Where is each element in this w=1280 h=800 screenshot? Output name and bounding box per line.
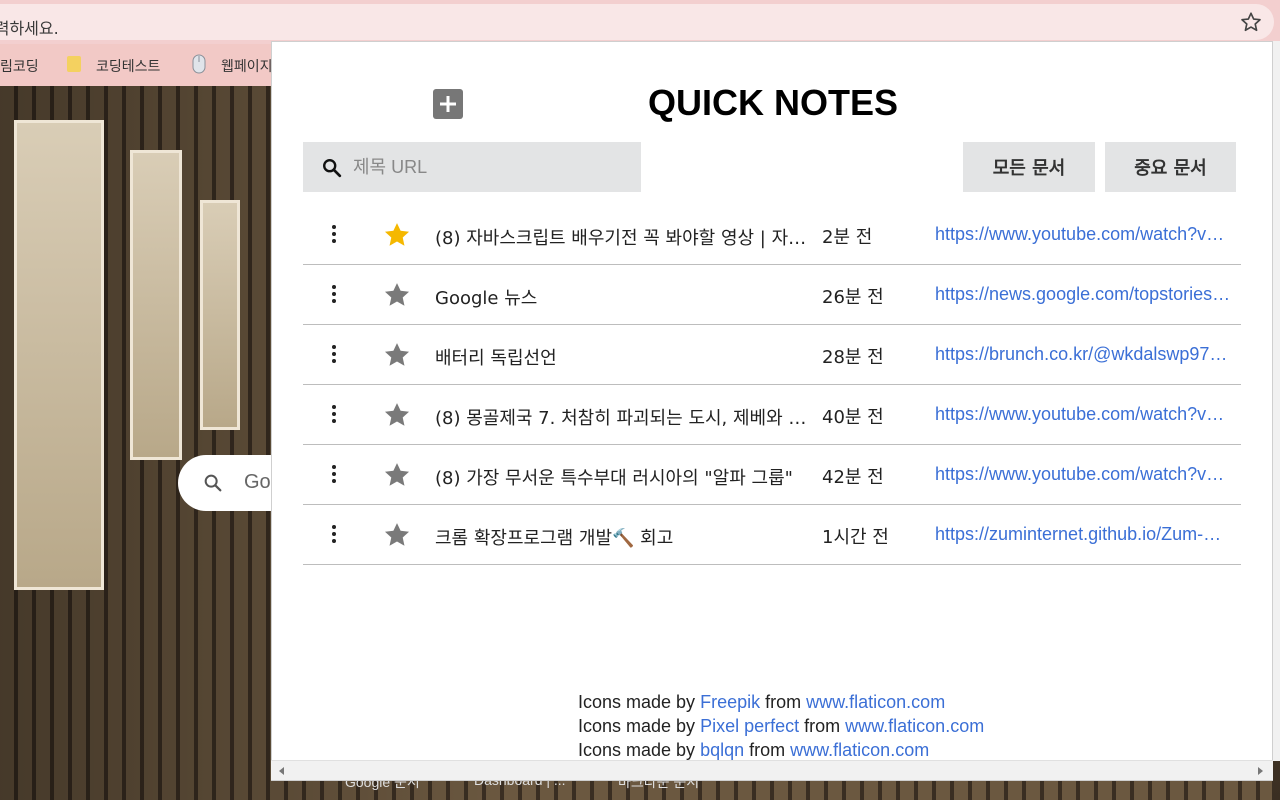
wallpaper-window (200, 200, 240, 430)
address-bar-text[interactable]: 입력하세요. (0, 15, 59, 39)
note-time: 2분 전 (822, 227, 873, 248)
credit-from: from (749, 740, 786, 760)
folder-icon (67, 56, 81, 72)
credit-line: Icons made by Pixel perfect from www.fla… (578, 714, 984, 738)
note-time: 1시간 전 (822, 527, 889, 548)
note-row[interactable]: (8) 자바스크립트 배우기전 꼭 봐야할 영상 | 자바스크립트의 역사 2분… (303, 205, 1241, 265)
wallpaper-window (130, 150, 182, 460)
star-icon[interactable] (383, 401, 411, 429)
credit-author-link[interactable]: bqlqn (700, 740, 744, 760)
credit-from: from (804, 716, 841, 736)
credit-site-link[interactable]: www.flaticon.com (790, 740, 929, 760)
note-time: 28분 전 (822, 347, 884, 368)
all-documents-button[interactable]: 모든 문서 (963, 142, 1095, 192)
credit-author-link[interactable]: Pixel perfect (700, 716, 799, 736)
bookmark-item[interactable]: 코딩테스트 (96, 56, 160, 76)
google-search-placeholder: Go (244, 471, 271, 493)
note-time: 26분 전 (822, 287, 884, 308)
address-bar[interactable]: 입력하세요. (0, 4, 1274, 40)
more-options-icon[interactable] (327, 225, 341, 245)
note-row[interactable]: 배터리 독립선언 28분 전 https://brunch.co.kr/@wkd… (303, 325, 1241, 385)
credit-site-link[interactable]: www.flaticon.com (845, 716, 984, 736)
note-url-link[interactable]: https://www.youtube.com/watch?v=wcsVjmHr… (935, 224, 1231, 245)
note-time: 42분 전 (822, 467, 884, 488)
bookmark-item[interactable]: 림코딩 (0, 56, 39, 76)
browser-toolbar: 입력하세요. (0, 0, 1280, 44)
note-url-link[interactable]: https://brunch.co.kr/@wkdalswp97/10 (935, 344, 1231, 365)
more-options-icon[interactable] (327, 345, 341, 365)
star-icon[interactable] (383, 461, 411, 489)
scroll-right-arrow[interactable] (1258, 767, 1263, 775)
note-row[interactable]: (8) 몽골제국 7. 처참히 파괴되는 도시, 제베와 수부타이 40분 전 … (303, 385, 1241, 445)
more-options-icon[interactable] (327, 525, 341, 545)
search-input[interactable] (353, 152, 623, 182)
credit-prefix: Icons made by (578, 716, 696, 736)
more-options-icon[interactable] (327, 285, 341, 305)
credit-site-link[interactable]: www.flaticon.com (806, 692, 945, 712)
note-row[interactable]: (8) 가장 무서운 특수부대 러시아의 "알파 그룹" 42분 전 https… (303, 445, 1241, 505)
wallpaper-window (14, 120, 104, 590)
credit-line: Icons made by bqlqn from www.flaticon.co… (578, 738, 984, 762)
note-time: 40분 전 (822, 407, 884, 428)
credit-author-link[interactable]: Freepik (700, 692, 760, 712)
note-title[interactable]: (8) 몽골제국 7. 처참히 파괴되는 도시, 제베와 수부타이 (435, 404, 813, 430)
note-url-link[interactable]: https://zuminternet.github.io/Zum-Chrome… (935, 524, 1231, 545)
vertical-scrollbar[interactable] (1273, 41, 1280, 761)
search-box[interactable] (303, 142, 641, 192)
star-icon[interactable] (383, 221, 411, 249)
quick-notes-popup: QUICK NOTES 모든 문서 중요 문서 (8) 자바스크립트 배우기전 … (271, 41, 1273, 781)
icon-credits: Icons made by Freepik from www.flaticon.… (578, 690, 984, 762)
bookmark-item[interactable]: 웹페이지 (221, 56, 273, 76)
note-row[interactable]: 크롬 확장프로그램 개발🔨 회고 1시간 전 https://zumintern… (303, 505, 1241, 565)
note-title[interactable]: Google 뉴스 (435, 284, 813, 310)
more-options-icon[interactable] (327, 405, 341, 425)
important-documents-button[interactable]: 중요 문서 (1105, 142, 1236, 192)
search-icon (323, 159, 342, 178)
mouse-icon (192, 54, 206, 74)
note-title[interactable]: 배터리 독립선언 (435, 344, 813, 370)
search-icon (204, 474, 222, 492)
star-icon[interactable] (383, 341, 411, 369)
note-title[interactable]: (8) 자바스크립트 배우기전 꼭 봐야할 영상 | 자바스크립트의 역사 (435, 224, 813, 250)
star-icon[interactable] (383, 521, 411, 549)
scroll-left-arrow[interactable] (279, 767, 284, 775)
credit-prefix: Icons made by (578, 740, 696, 760)
credit-prefix: Icons made by (578, 692, 696, 712)
credit-from: from (765, 692, 802, 712)
note-url-link[interactable]: https://www.youtube.com/watch?v=abc (935, 404, 1231, 425)
note-url-link[interactable]: https://www.youtube.com/watch?v=def (935, 464, 1231, 485)
page-title: QUICK NOTES (647, 82, 898, 123)
note-title[interactable]: 크롬 확장프로그램 개발🔨 회고 (435, 524, 813, 550)
note-title[interactable]: (8) 가장 무서운 특수부대 러시아의 "알파 그룹" (435, 464, 813, 490)
credit-line: Icons made by Freepik from www.flaticon.… (578, 690, 984, 714)
note-row[interactable]: Google 뉴스 26분 전 https://news.google.com/… (303, 265, 1241, 325)
star-icon[interactable] (383, 281, 411, 309)
horizontal-scrollbar[interactable] (271, 760, 1273, 780)
notes-list: (8) 자바스크립트 배우기전 꼭 봐야할 영상 | 자바스크립트의 역사 2분… (303, 205, 1241, 565)
bookmark-star-icon[interactable] (1240, 11, 1262, 33)
note-url-link[interactable]: https://news.google.com/topstories?hl=ko (935, 284, 1231, 305)
more-options-icon[interactable] (327, 465, 341, 485)
